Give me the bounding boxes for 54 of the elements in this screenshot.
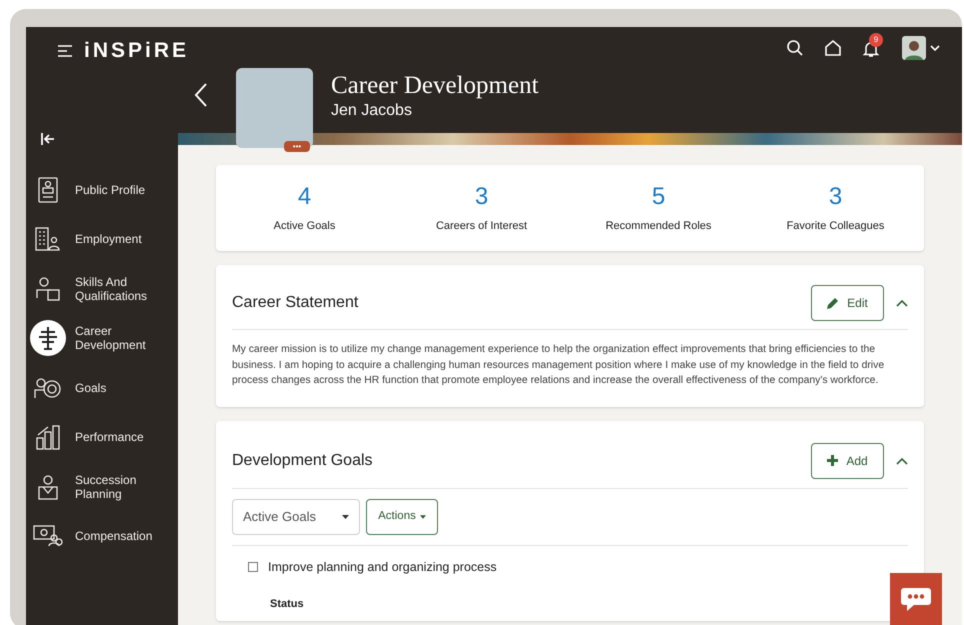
- page-title: Career Development: [331, 71, 539, 101]
- chevron-down-icon[interactable]: [930, 44, 940, 52]
- money-people-icon: [33, 525, 63, 548]
- caret-icon: [420, 514, 426, 518]
- bar-chart-icon: [36, 424, 60, 450]
- goal-title[interactable]: Improve planning and organizing process: [268, 558, 497, 576]
- photo-menu-button[interactable]: •••: [284, 141, 310, 152]
- sidebar-item[interactable]: Employment: [26, 214, 178, 264]
- sidebar-item[interactable]: Skills And Qualifications: [26, 264, 178, 314]
- stat-value[interactable]: 3: [474, 182, 488, 212]
- menu-icon[interactable]: [58, 44, 72, 57]
- sidebar-item[interactable]: Succession Planning: [26, 462, 178, 512]
- collapse-sidebar-icon[interactable]: [41, 133, 55, 145]
- career-statement-text: My career mission is to utilize my change management experience to help the organization effect improvements that bring efficiencies to the business. I am hoping to acquire a challenging human resources management position where I make use of my knowledge in the field to drive process changes across the HR function that promote employee relations and increase the overall effectiveness of the company's workforce.: [232, 343, 886, 388]
- filter-dropdown[interactable]: Active Goals: [232, 498, 360, 534]
- back-icon[interactable]: [194, 82, 208, 108]
- employee-name: Jen Jacobs: [331, 101, 413, 121]
- stat-value[interactable]: 3: [828, 182, 842, 212]
- sidebar-item[interactable]: Public Profile: [26, 165, 178, 214]
- actions-button[interactable]: Actions: [366, 498, 438, 534]
- stat-label: Recommended Roles: [606, 218, 712, 234]
- signpost-icon: [38, 326, 58, 350]
- notification-badge: 9: [869, 33, 883, 47]
- add-button[interactable]: Add: [811, 442, 884, 478]
- person-tray-icon: [37, 474, 59, 500]
- stat-label: Active Goals: [274, 218, 336, 234]
- edit-button[interactable]: Edit: [811, 285, 884, 321]
- section-title: Development Goals: [232, 450, 373, 470]
- collapse-icon[interactable]: [896, 299, 908, 307]
- office-building-icon: [35, 227, 61, 252]
- id-badge-icon: [38, 176, 58, 203]
- plus-icon: [827, 455, 838, 466]
- checkbox[interactable]: [248, 562, 258, 572]
- sidebar-item[interactable]: Performance: [26, 412, 178, 462]
- chat-bubble-icon: [900, 586, 932, 612]
- sidebar-item[interactable]: Goals: [26, 363, 178, 412]
- sidebar-item[interactable]: Career Development: [26, 314, 178, 363]
- avatar-icon[interactable]: [902, 36, 926, 60]
- brand-logo: iNSPiRE: [84, 38, 190, 64]
- caret-icon: [342, 514, 349, 518]
- stat-value[interactable]: 4: [298, 182, 312, 212]
- stat-value[interactable]: 5: [652, 182, 666, 212]
- chat-button[interactable]: [890, 573, 942, 625]
- target-icon: [34, 376, 62, 399]
- sidebar-item[interactable]: Compensation: [26, 512, 178, 561]
- search-icon[interactable]: [786, 39, 804, 57]
- field-label: Status: [270, 597, 304, 612]
- collapse-icon[interactable]: [896, 456, 908, 464]
- person-certificate-icon: [35, 276, 61, 302]
- stat-label: Careers of Interest: [436, 218, 528, 234]
- pencil-icon: [827, 297, 840, 309]
- home-icon[interactable]: [824, 39, 842, 57]
- section-title: Career Statement: [232, 293, 358, 313]
- stat-label: Favorite Colleagues: [786, 218, 884, 234]
